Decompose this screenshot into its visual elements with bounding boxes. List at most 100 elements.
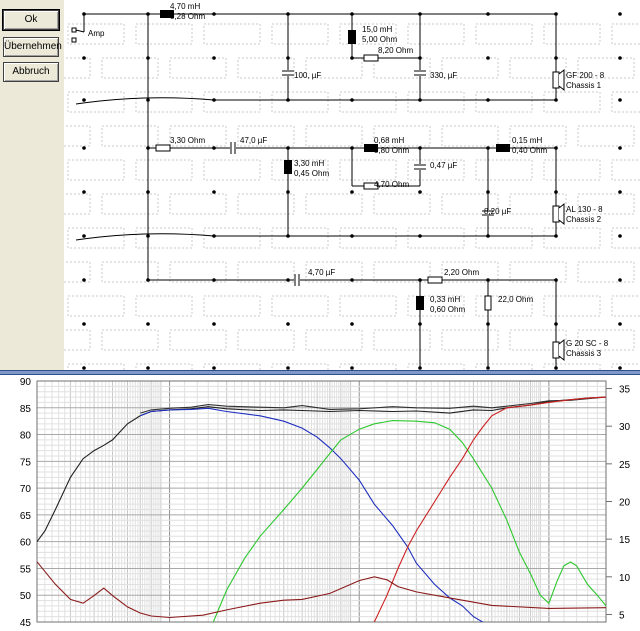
component-label: 3,30 Ohm <box>170 136 205 145</box>
node-dot <box>82 322 86 326</box>
component-label: 0,40 Ohm <box>512 146 547 155</box>
grid-cell <box>271 91 329 113</box>
amp-terminal[interactable]: Amp <box>71 27 105 43</box>
component-label: 15,0 mH <box>362 25 392 34</box>
grid-cell <box>339 227 397 249</box>
grid-cell <box>577 261 635 283</box>
grid-cell <box>135 295 193 317</box>
component-spk1[interactable]: GF 200 - 8Chassis 1 <box>552 68 605 92</box>
y-tick-label: 55 <box>20 564 32 575</box>
component-label: 0,33 mH <box>430 295 460 304</box>
grid-cell <box>64 193 91 215</box>
crossover-schematic[interactable]: Amp 4,70 mH 0,28 Ohm 15,0 mH 5,00 Ohm 8,20 O… <box>64 0 640 370</box>
component-label: 5,00 Ohm <box>362 35 397 44</box>
grid-cell <box>373 261 431 283</box>
grid-cell <box>67 295 125 317</box>
component-label: 8,20 Ohm <box>378 46 413 55</box>
component-l1[interactable]: 4,70 mH0,28 Ohm <box>160 2 205 21</box>
grid-cell <box>203 159 261 181</box>
grid-cell <box>543 159 601 181</box>
y-tick-label: 75 <box>20 457 32 468</box>
node-dot <box>418 190 422 194</box>
chart-grid <box>36 380 607 623</box>
dialog-button-panel: Ok Übernehmen Abbruch <box>0 0 65 370</box>
node-dot <box>82 234 86 238</box>
y-tick-label: 85 <box>20 404 32 415</box>
left-axis: 90 85 80 75 70 65 60 55 50 45 <box>20 377 32 629</box>
node-dot <box>82 190 86 194</box>
node-dot <box>350 322 354 326</box>
ground-symbol <box>75 97 215 105</box>
grid-cell <box>67 159 125 181</box>
grid-cell <box>339 295 397 317</box>
grid-cell <box>305 193 363 215</box>
apply-button[interactable]: Übernehmen <box>3 37 62 57</box>
grid-cell <box>611 227 640 249</box>
node-dot <box>146 322 150 326</box>
component-label: G 20 SC - 8 <box>566 339 609 348</box>
grid-cell <box>101 125 159 147</box>
grid-cell <box>441 125 499 147</box>
component-label: 0,68 mH <box>374 136 404 145</box>
y2-tick-label: 10 <box>619 573 631 584</box>
node-dot <box>618 146 622 150</box>
schematic-canvas[interactable]: Amp 4,70 mH0,28 Ohm 15,0 mH5,00 Ohm 8,20 O… <box>64 0 640 370</box>
node-dot <box>212 190 216 194</box>
component-l6[interactable]: 0,33 mH0,60 Ohm <box>416 295 465 314</box>
component-r2[interactable]: 3,30 Ohm <box>155 136 205 152</box>
component-r5[interactable]: 22,0 Ohm <box>484 295 533 311</box>
node-dot <box>350 190 354 194</box>
component-r4[interactable]: 2,20 Ohm <box>427 268 479 284</box>
amp-label: Amp <box>88 29 105 38</box>
grid-cell <box>135 159 193 181</box>
y-tick-label: 60 <box>20 538 32 549</box>
component-r3[interactable]: 4,70 Ohm <box>363 180 409 190</box>
component-label: 4,70 Ohm <box>374 180 409 189</box>
component-label: 0,60 Ohm <box>430 305 465 314</box>
component-c6[interactable]: 4,70 µF <box>294 268 335 286</box>
grid-cell <box>543 91 601 113</box>
chart-canvas: 90 85 80 75 70 65 60 55 50 45 35 30 25 20 15 10 5 <box>20 377 631 629</box>
component-label: 0,45 Ohm <box>294 169 329 178</box>
component-c3[interactable]: 47,0 µF <box>230 136 267 154</box>
grid-cell <box>101 261 159 283</box>
grid-cell <box>101 57 159 79</box>
component-label: 2,20 Ohm <box>444 268 479 277</box>
grid-cell <box>135 91 193 113</box>
grid-cell <box>203 295 261 317</box>
grid-cell <box>373 329 431 351</box>
component-label: 100, µF <box>294 71 321 80</box>
grid-cell <box>101 329 159 351</box>
grid-cell <box>237 193 295 215</box>
component-r1[interactable]: 8,20 Ohm <box>363 46 413 62</box>
node-dot <box>212 56 216 60</box>
component-l4[interactable]: 0,68 mH0,80 Ohm <box>364 136 409 155</box>
node-dot <box>486 56 490 60</box>
grid-cell <box>271 295 329 317</box>
component-l5[interactable]: 0,15 mH0,40 Ohm <box>496 136 547 155</box>
component-label: 47,0 µF <box>240 136 267 145</box>
component-c5[interactable]: 8,20 µF <box>482 207 511 216</box>
cancel-button[interactable]: Abbruch <box>3 62 59 82</box>
component-c4[interactable]: 0,47 µF <box>414 161 457 170</box>
grid-cell <box>169 57 227 79</box>
component-label: 4,70 mH <box>170 2 200 11</box>
component-l3[interactable]: 3,30 mH0,45 Ohm <box>284 159 329 178</box>
node-dot <box>82 98 86 102</box>
grid-cell <box>373 193 431 215</box>
grid-cell <box>475 91 533 113</box>
ok-button[interactable]: Ok <box>2 9 60 31</box>
grid-cell <box>611 91 640 113</box>
grid-cell <box>475 23 533 45</box>
component-l2[interactable]: 15,0 mH5,00 Ohm <box>348 25 397 44</box>
node-dot <box>618 322 622 326</box>
component-spk3[interactable]: G 20 SC - 8Chassis 3 <box>552 338 609 362</box>
component-label: 0,80 Ohm <box>374 146 409 155</box>
ground-symbol <box>75 233 215 241</box>
node-dot <box>618 56 622 60</box>
node-dot <box>618 12 622 16</box>
grid-cell <box>509 261 567 283</box>
node-dot <box>618 98 622 102</box>
node-dot <box>618 234 622 238</box>
grid-cell <box>407 227 465 249</box>
